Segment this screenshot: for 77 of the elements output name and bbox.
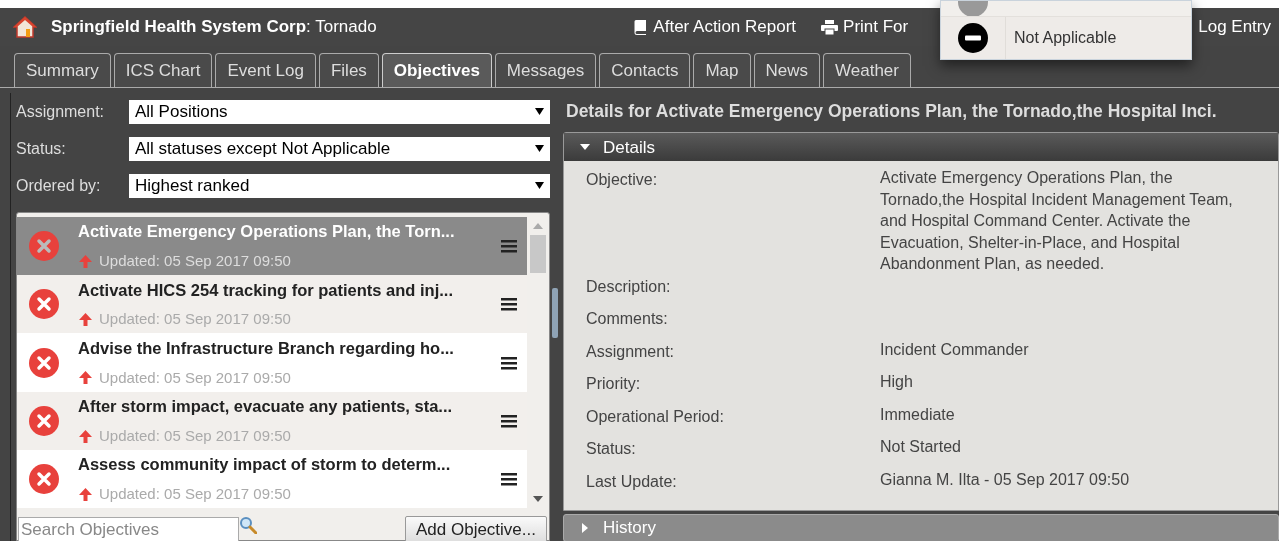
window-title: Springfield Health System Corp: Tornado: [51, 16, 377, 39]
details-heading: Details for Activate Emergency Operations Plan, the Tornado,the Hospital Inci.: [566, 100, 1218, 123]
objective-title: Assess community impact of storm to determ...: [78, 454, 452, 476]
field-value: Gianna M. Ilta - 05 Sep 2017 09:50: [880, 469, 1131, 490]
caret-icon: [535, 145, 544, 152]
toolbar-link[interactable]: Print For: [821, 14, 909, 40]
objective-title: Activate HICS 254 tracking for patients and inj...: [78, 279, 454, 301]
field-value: High: [880, 372, 914, 393]
filter-select[interactable]: Highest ranked: [129, 173, 550, 198]
caret-icon: [580, 523, 590, 533]
field-label: Last Update:: [586, 471, 678, 492]
menu-icon[interactable]: [501, 355, 517, 370]
arrow-up-icon: [78, 312, 93, 328]
cancel-icon: [29, 231, 59, 262]
tab[interactable]: Summary: [14, 53, 111, 87]
field-value: Not Started: [880, 437, 962, 458]
filter-select[interactable]: All Positions: [129, 99, 550, 124]
book-icon: [632, 19, 649, 35]
scroll-thumb[interactable]: [530, 235, 546, 273]
accordion-header[interactable]: Details: [564, 133, 1278, 162]
menu-item[interactable]: Not Applicable: [941, 17, 1191, 59]
cancel-icon: [29, 289, 59, 320]
menu-icon[interactable]: [501, 297, 517, 312]
field-label: Assignment:: [586, 341, 676, 362]
field-label: Priority:: [586, 374, 642, 395]
arrow-up-icon: [78, 428, 93, 444]
filter-label: Assignment:: [16, 101, 106, 122]
printer-icon: [821, 19, 839, 35]
menu-icon[interactable]: [501, 413, 517, 428]
cancel-icon: [29, 463, 59, 494]
caret-icon: [535, 108, 544, 115]
cancel-icon: [29, 405, 59, 436]
tab[interactable]: Weather: [823, 53, 911, 87]
field-label: Comments:: [586, 309, 669, 330]
tab[interactable]: ICS Chart: [113, 53, 213, 87]
toolbar-link[interactable]: After Action Report: [632, 14, 797, 40]
filter-label: Ordered by:: [16, 175, 102, 196]
add-objective-button[interactable]: Add Objective...: [405, 516, 547, 541]
field-value: Immediate: [880, 404, 956, 425]
arrow-up-icon: [78, 253, 93, 269]
splitter-handle[interactable]: [552, 288, 558, 338]
field-value: Incident Commander: [880, 339, 1030, 360]
updated-date: Updated: 05 Sep 2017 09:50: [99, 484, 291, 505]
field-label: Objective:: [586, 170, 659, 191]
menu-icon[interactable]: [501, 471, 517, 486]
field-value: Activate Emergency Operations Plan, the Tornado,the Hospital Incident Management Team, and Hospital Command Center. Activate the Evacuation, Shelter-in-Place, and Hospital Abandonment Plan, as needed.: [880, 168, 1234, 275]
tab[interactable]: Contacts: [599, 53, 691, 87]
objective-title: Advise the Infrastructure Branch regarding ho...: [78, 337, 455, 359]
tab[interactable]: Objectives: [381, 53, 492, 87]
cancel-icon: [29, 347, 59, 378]
tab[interactable]: Map: [693, 53, 751, 87]
field-label: Operational Period:: [586, 406, 725, 427]
arrow-up-icon: [78, 370, 93, 386]
field-label: Status:: [586, 439, 637, 460]
tab[interactable]: News: [753, 53, 820, 87]
search-icon[interactable]: [239, 516, 257, 534]
scroll-down-icon[interactable]: [533, 496, 543, 502]
tab[interactable]: Event Log: [215, 53, 316, 87]
tab[interactable]: Files: [318, 53, 379, 87]
objective-item[interactable]: Advise the Infrastructure Branch regarding ho... Updated: 05 Sep 2017 09:50: [17, 333, 527, 392]
updated-date: Updated: 05 Sep 2017 09:50: [99, 425, 291, 446]
updated-date: Updated: 05 Sep 2017 09:50: [99, 309, 291, 330]
search-field[interactable]: Search Objectives: [18, 517, 239, 541]
filter-select[interactable]: All statuses except Not Applicable: [129, 136, 550, 161]
arrow-up-icon: [78, 486, 93, 502]
filter-label: Status:: [16, 138, 67, 159]
field-label: Description:: [586, 276, 672, 297]
caret-icon: [535, 182, 544, 189]
tab[interactable]: Messages: [494, 53, 597, 87]
updated-date: Updated: 05 Sep 2017 09:50: [99, 251, 291, 272]
objective-title: Activate Emergency Operations Plan, the Torn...: [78, 221, 456, 243]
objective-item[interactable]: Assess community impact of storm to determ... Updated: 05 Sep 2017 09:50: [17, 449, 527, 508]
minus-circle-icon: [958, 23, 988, 53]
objective-title: After storm impact, evacuate any patients, sta...: [78, 396, 454, 418]
toolbar-link[interactable]: Log Entry: [1198, 14, 1271, 40]
home-icon[interactable]: [13, 16, 37, 38]
updated-date: Updated: 05 Sep 2017 09:50: [99, 367, 291, 388]
